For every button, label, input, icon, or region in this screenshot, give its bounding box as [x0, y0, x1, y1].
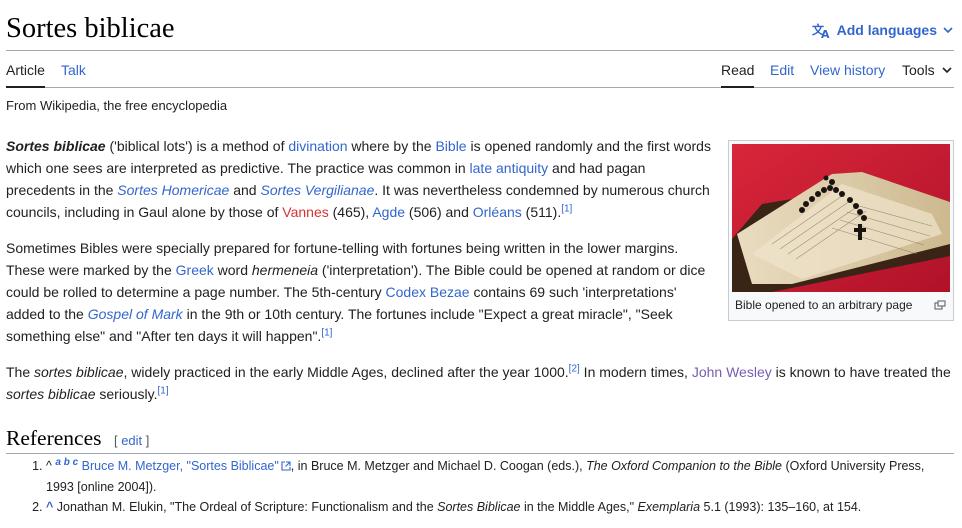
link-sortes-vergilianae[interactable]: Sortes Vergilianae	[260, 182, 374, 198]
site-tagline: From Wikipedia, the free encyclopedia	[6, 98, 228, 113]
citation-1[interactable]: [1]	[157, 385, 168, 396]
text: (465),	[328, 204, 373, 220]
term-sortes-biblicae: Sortes Biblicae	[437, 500, 521, 514]
chevron-down-icon	[942, 25, 954, 35]
references-section-header: References [ edit ]	[6, 424, 954, 454]
term-sortes-biblicae: sortes biblicae	[34, 364, 124, 380]
article-body: Bible opened to an arbitrary page Sortes…	[6, 135, 954, 419]
term-sortes-biblicae: Sortes biblicae	[6, 138, 106, 154]
text: , widely practiced in the early Middle A…	[123, 364, 569, 380]
title-bar: Sortes biblicae 文 A Add languages	[6, 12, 954, 51]
reference-external-link[interactable]: Bruce M. Metzger, "Sortes Biblicae"	[82, 459, 279, 473]
backref-caret-link[interactable]: ^	[46, 500, 53, 514]
figure-caption: Bible opened to an arbitrary page	[732, 292, 950, 317]
link-codex-bezae[interactable]: Codex Bezae	[386, 284, 470, 300]
text: (511).	[521, 204, 562, 220]
link-greek[interactable]: Greek	[176, 262, 214, 278]
link-late-antiquity[interactable]: late antiquity	[470, 160, 549, 176]
term-hermeneia: hermeneia	[251, 262, 319, 278]
figure-thumbnail: Bible opened to an arbitrary page	[728, 140, 954, 321]
link-bible[interactable]: Bible	[435, 138, 466, 154]
bracket: ]	[142, 433, 150, 448]
references-heading: References	[6, 426, 102, 450]
text: , in Bruce M. Metzger and Michael D. Coo…	[290, 459, 587, 473]
caption-text: Bible opened to an arbitrary page	[735, 298, 913, 312]
reference-item-2: ^ Jonathan M. Elukin, "The Ordeal of Scr…	[46, 497, 954, 517]
backref-links[interactable]: a b c	[55, 457, 78, 468]
backref-caret: ^	[46, 459, 52, 473]
text: (506) and	[405, 204, 473, 220]
chevron-down-icon	[941, 62, 953, 78]
text: and	[229, 182, 261, 198]
journal-title: Exemplaria	[637, 500, 701, 514]
citation-1[interactable]: [1]	[561, 203, 572, 214]
link-agde[interactable]: Agde	[372, 204, 405, 220]
citation-1[interactable]: [1]	[321, 327, 332, 338]
link-vannes[interactable]: Vannes	[282, 204, 328, 220]
tab-article[interactable]: Article	[6, 62, 45, 88]
text: where by the	[347, 138, 436, 154]
language-icon: 文 A	[812, 21, 832, 39]
text: word	[213, 262, 252, 278]
add-languages-label: Add languages	[836, 22, 937, 38]
text: seriously.	[95, 386, 158, 402]
text: in the Middle Ages,"	[520, 500, 638, 514]
tools-menu-button[interactable]: Tools	[902, 62, 953, 78]
reference-item-1: ^ a b c Bruce M. Metzger, "Sortes Biblic…	[46, 456, 954, 497]
text: 5.1 (1993): 135–160, at 154.	[700, 500, 862, 514]
edit-section-link[interactable]: edit	[121, 433, 142, 448]
link-text: Sortes Vergilianae	[260, 182, 375, 198]
text: The	[6, 364, 35, 380]
paragraph-3: The sortes biblicae, widely practiced in…	[6, 361, 954, 405]
tab-view-history[interactable]: View history	[810, 62, 885, 78]
page-tabs: Article Talk Read Edit View history Tool…	[6, 50, 954, 88]
bible-image[interactable]	[732, 144, 950, 292]
tab-read[interactable]: Read	[721, 62, 755, 88]
edit-section: [ edit ]	[114, 433, 149, 448]
tab-talk[interactable]: Talk	[61, 62, 86, 78]
text: is known to have treated the	[771, 364, 951, 380]
citation-2[interactable]: [2]	[569, 363, 580, 374]
work-title: The Oxford Companion to the Bible	[586, 459, 783, 473]
enlarge-icon[interactable]	[934, 298, 946, 314]
text: Jonathan M. Elukin, "The Ordeal of Scrip…	[56, 500, 438, 514]
tools-label: Tools	[902, 62, 935, 78]
references-list: ^ a b c Bruce M. Metzger, "Sortes Biblic…	[6, 456, 954, 517]
tab-edit[interactable]: Edit	[770, 62, 794, 78]
link-john-wesley[interactable]: John Wesley	[692, 364, 772, 380]
external-link-icon	[281, 457, 291, 477]
svg-text:A: A	[821, 28, 830, 39]
link-sortes-homericae[interactable]: Sortes Homericae	[117, 182, 229, 198]
text: In modern times,	[579, 364, 692, 380]
link-divination[interactable]: divination	[288, 138, 347, 154]
term-sortes-biblicae: sortes biblicae	[6, 386, 96, 402]
page-title: Sortes biblicae	[6, 13, 175, 44]
link-text: Gospel of Mark	[87, 306, 183, 322]
link-gospel-of-mark[interactable]: Gospel of Mark	[88, 306, 183, 322]
add-languages-button[interactable]: 文 A Add languages	[812, 21, 954, 39]
link-text: Sortes Homericae	[117, 182, 230, 198]
text: ('biblical lots') is a method of	[105, 138, 289, 154]
link-orleans[interactable]: Orléans	[473, 204, 522, 220]
